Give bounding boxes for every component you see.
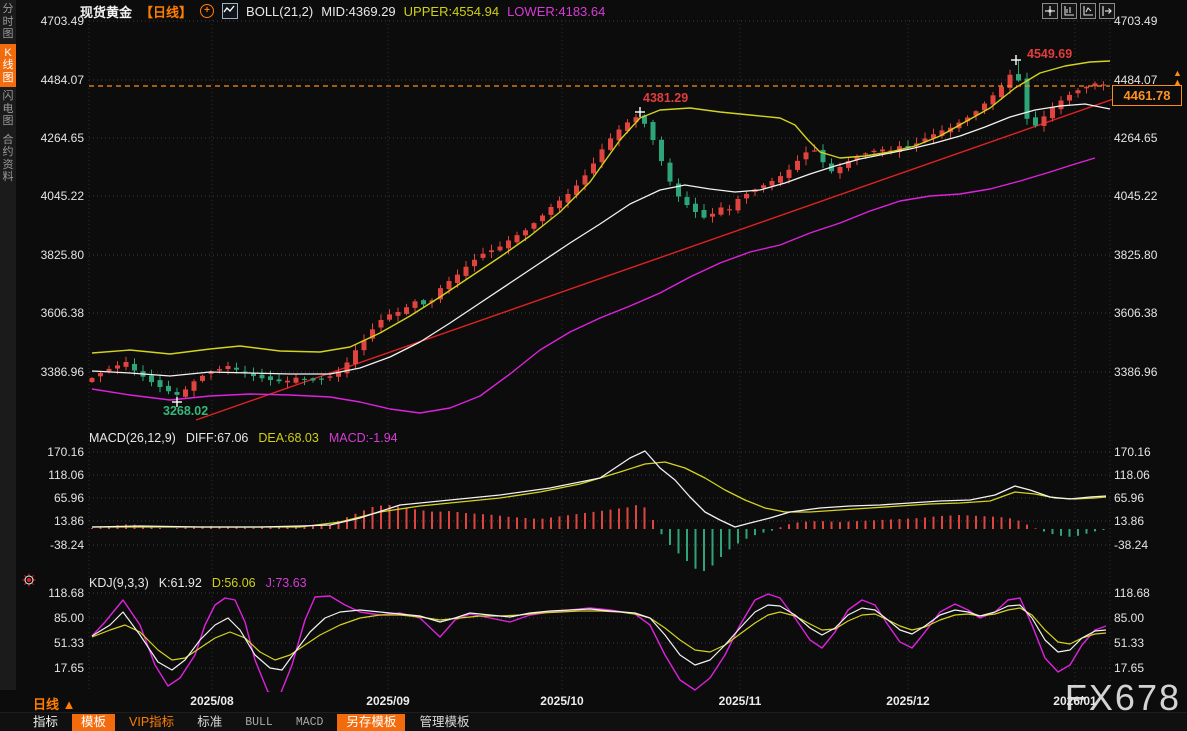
sidebar-tab-3[interactable]: 闪电图 bbox=[0, 87, 16, 131]
y-axis-label: 85.00 bbox=[1114, 611, 1180, 625]
x-axis-month-label: 2025/11 bbox=[705, 694, 775, 708]
kdj-j-value: J:73.63 bbox=[266, 576, 307, 590]
y-axis-label: -38.24 bbox=[18, 538, 84, 552]
y-axis-label: 170.16 bbox=[1114, 445, 1180, 459]
y-axis-label: 3606.38 bbox=[1114, 306, 1180, 320]
y-axis-label: 118.68 bbox=[18, 586, 84, 600]
toolbar-button-6[interactable]: MACD bbox=[287, 714, 333, 731]
y-axis-label: 170.16 bbox=[18, 445, 84, 459]
y-axis-label: 17.65 bbox=[1114, 661, 1180, 675]
period-badge[interactable]: 【日线】 bbox=[140, 2, 192, 21]
axis-scale-right-icon[interactable] bbox=[1080, 3, 1096, 19]
y-axis-label: 65.96 bbox=[18, 491, 84, 505]
y-axis-label: 3386.96 bbox=[18, 365, 84, 379]
y-axis-label: 4264.65 bbox=[1114, 131, 1180, 145]
y-axis-label: 4045.22 bbox=[1114, 189, 1180, 203]
toolbar-button-7[interactable]: 另存模板 bbox=[337, 714, 405, 731]
axis-scale-left-icon[interactable] bbox=[1061, 3, 1077, 19]
kdj-k-value: K:61.92 bbox=[159, 576, 202, 590]
add-favorite-icon[interactable]: + bbox=[200, 4, 214, 18]
annotation-high-price: 4549.69 bbox=[1027, 47, 1072, 61]
y-axis-label: 3825.80 bbox=[18, 248, 84, 262]
y-axis-label: 118.68 bbox=[1114, 586, 1180, 600]
y-axis-label: 4045.22 bbox=[18, 189, 84, 203]
period-selector[interactable]: 日线 ▲ bbox=[33, 694, 75, 713]
y-axis-label: 13.86 bbox=[1114, 514, 1180, 528]
kdj-d-value: D:56.06 bbox=[212, 576, 256, 590]
y-axis-label: 3386.96 bbox=[1114, 365, 1180, 379]
bottom-toolbar: 指标模板 VIP指标标准 BULL MACD另存模板管理模板 bbox=[0, 712, 1187, 731]
y-axis-label: 3606.38 bbox=[18, 306, 84, 320]
y-axis-label: 65.96 bbox=[1114, 491, 1180, 505]
macd-macd-value: MACD:-1.94 bbox=[329, 431, 398, 445]
last-price-tag: 4461.78 bbox=[1112, 85, 1182, 106]
y-axis-label: 4484.07 bbox=[18, 73, 84, 87]
toolbar-button-2[interactable]: 模板 bbox=[72, 714, 115, 731]
y-axis-label: 17.65 bbox=[18, 661, 84, 675]
toolbar-button-3[interactable]: VIP指标 bbox=[120, 714, 183, 731]
y-axis-label: 51.33 bbox=[1114, 636, 1180, 650]
time-axis: 日线 ▲ 2025/08 2025/09 2025/10 2025/11 2025/12… bbox=[0, 692, 1187, 712]
boll-lower-value: LOWER:4183.64 bbox=[507, 4, 605, 19]
sidebar-tab-4[interactable]: 合约资料 bbox=[0, 131, 16, 187]
macd-dea-value: DEA:68.03 bbox=[258, 431, 318, 445]
price-up-marker-icon: ▲▲ bbox=[1173, 69, 1182, 87]
symbol-name: 现货黄金 bbox=[80, 2, 132, 21]
kdj-title: KDJ(9,3,3) bbox=[89, 576, 149, 590]
toolbar-button-1[interactable]: 指标 bbox=[24, 714, 67, 731]
kdj-panel-header: KDJ(9,3,3) K:61.92 D:56.06 J:73.63 bbox=[89, 576, 307, 590]
chart-header: 现货黄金 【日线】 + BOLL(21,2) MID:4369.29 UPPER… bbox=[80, 3, 605, 19]
toolbar-button-4[interactable]: 标准 bbox=[188, 714, 231, 731]
chart-canvas[interactable] bbox=[0, 0, 1187, 731]
toolbar-button-5[interactable]: BULL bbox=[236, 714, 282, 731]
watermark: FX678 bbox=[1065, 677, 1181, 719]
toolbar-button-8[interactable]: 管理模板 bbox=[410, 714, 478, 731]
annotation-peak-price: 4381.29 bbox=[643, 91, 688, 105]
x-axis-month-label: 2025/10 bbox=[527, 694, 597, 708]
move-icon[interactable] bbox=[1042, 3, 1058, 19]
x-axis-month-label: 2025/12 bbox=[873, 694, 943, 708]
y-axis-label: 118.06 bbox=[18, 468, 84, 482]
x-axis-month-label: 2025/08 bbox=[177, 694, 247, 708]
sidebar-tab-2[interactable]: K线图 bbox=[0, 44, 16, 88]
chart-type-sidebar: 分时图K线图闪电图合约资料 bbox=[0, 0, 16, 690]
candlestick-style-icon[interactable] bbox=[222, 3, 238, 19]
boll-upper-value: UPPER:4554.94 bbox=[404, 4, 499, 19]
annotation-low-price: 3268.02 bbox=[163, 404, 208, 418]
pan-right-icon[interactable] bbox=[1099, 3, 1115, 19]
y-axis-label: 4264.65 bbox=[18, 131, 84, 145]
boll-mid-value: MID:4369.29 bbox=[321, 4, 395, 19]
y-axis-label: 85.00 bbox=[18, 611, 84, 625]
alert-icon[interactable] bbox=[22, 573, 36, 587]
y-axis-label: 13.86 bbox=[18, 514, 84, 528]
sidebar-tab-1[interactable]: 分时图 bbox=[0, 0, 16, 44]
macd-title: MACD(26,12,9) bbox=[89, 431, 176, 445]
macd-diff-value: DIFF:67.06 bbox=[186, 431, 249, 445]
macd-panel-header: MACD(26,12,9) DIFF:67.06 DEA:68.03 MACD:… bbox=[89, 431, 398, 445]
boll-indicator-label: BOLL(21,2) bbox=[246, 4, 313, 19]
chart-toolbar-icons bbox=[1042, 3, 1115, 19]
y-axis-label: 118.06 bbox=[1114, 468, 1180, 482]
y-axis-label: 4703.49 bbox=[1114, 14, 1180, 28]
y-axis-label: 3825.80 bbox=[1114, 248, 1180, 262]
y-axis-label: 51.33 bbox=[18, 636, 84, 650]
x-axis-month-label: 2025/09 bbox=[353, 694, 423, 708]
y-axis-label: 4703.49 bbox=[18, 14, 84, 28]
trading-app-window: 分时图K线图闪电图合约资料 现货黄金 【日线】 + BOLL(21,2) MID… bbox=[0, 0, 1187, 731]
y-axis-label: -38.24 bbox=[1114, 538, 1180, 552]
